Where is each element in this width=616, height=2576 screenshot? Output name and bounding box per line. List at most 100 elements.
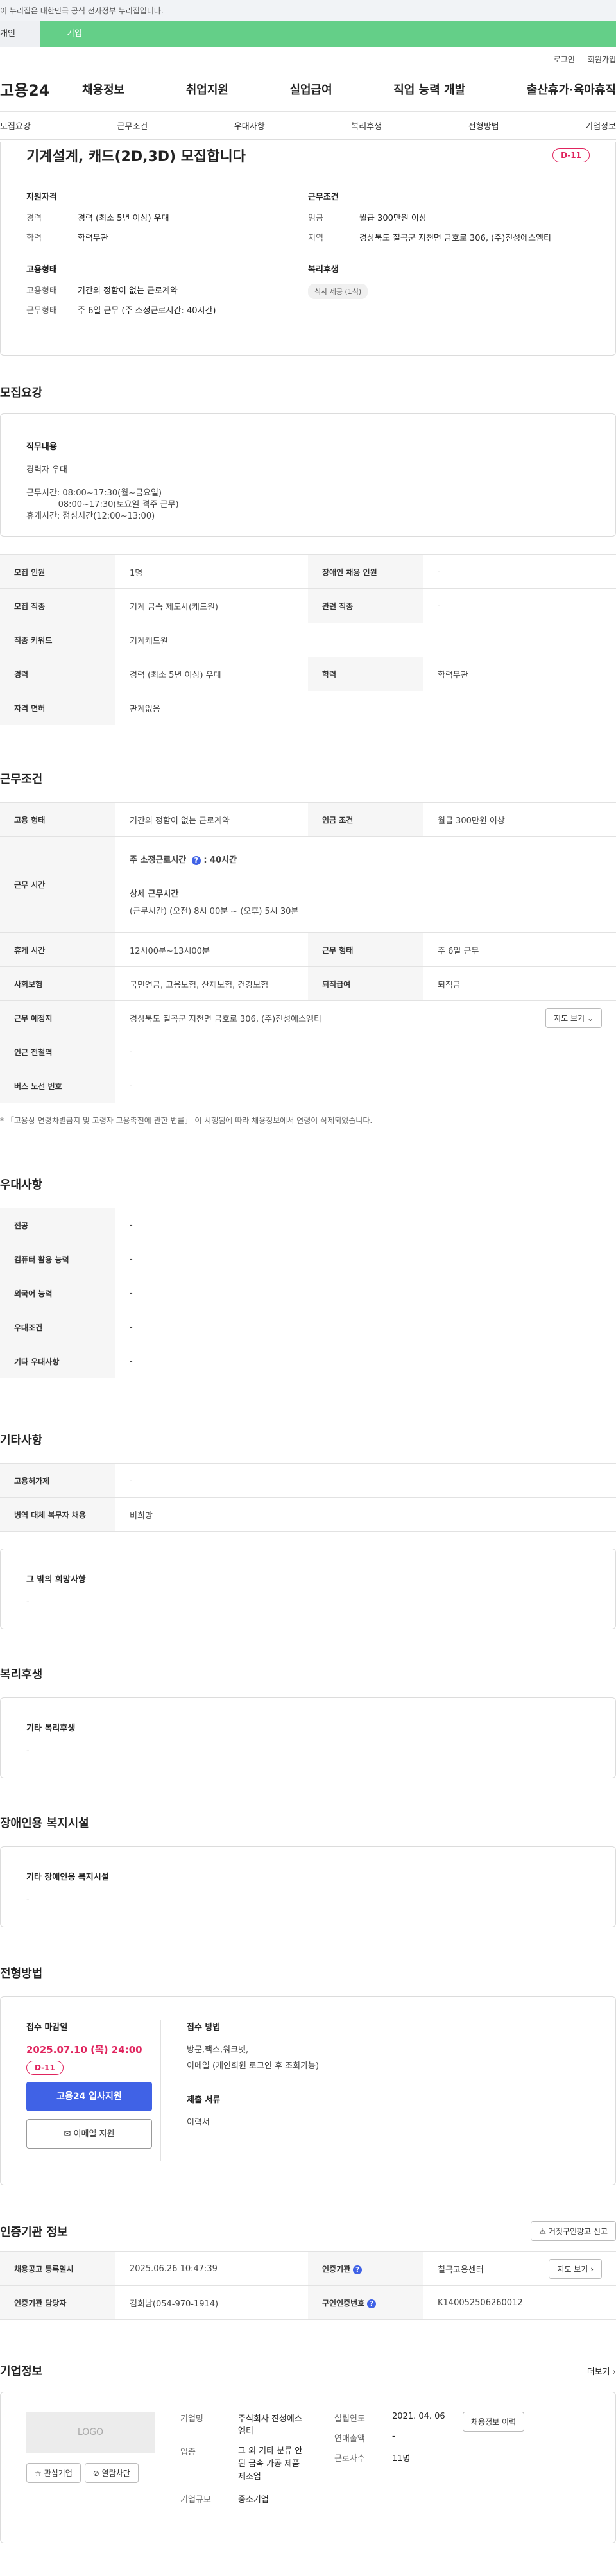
hours-detail-title: 상세 근무시간 [130,889,179,899]
cert-org-cell: 칠곡고용센터 지도 보기 › [424,2251,616,2286]
deadline-label: 접수 마감일 [26,2023,68,2032]
cell-key: 사회보험 [0,966,116,1001]
company-key: 기업명 [180,2414,203,2424]
cell-key: 전공 [0,1208,116,1242]
block-icon: ⊘ [92,2469,99,2478]
cell-value: 1명 [116,554,308,589]
cell-key: 병역 대체 복무자 채용 [0,1497,116,1532]
company-key: 근로자수 [334,2454,365,2464]
welfare-chip: 식사 제공 (1식) [308,284,368,299]
subnav-process[interactable]: 전형방법 [468,119,499,132]
cert-map-button[interactable]: 지도 보기 › [549,2258,602,2279]
site-logo[interactable]: 고용24 [0,78,82,100]
cond-title: 근무조건 [308,193,339,202]
chevron-down-icon: ⌄ [586,1013,594,1023]
table-row: 기타 우대사항 - [0,1344,616,1378]
table-row: 우대조건 - [0,1310,616,1344]
cell-key: 자격 면허 [0,691,116,725]
signup-link[interactable]: 회원가입 [588,54,616,67]
table-row: 사회보험 국민연금, 고용보험, 산재보험, 건강보험 퇴직급여 퇴직금 [0,966,616,1001]
tab-personal[interactable]: 개인 [0,21,40,47]
info-icon[interactable]: ? [191,856,201,865]
gnb-item-support[interactable]: 취업지원 [186,81,228,98]
email-apply-button[interactable]: ✉ 이메일 지원 [26,2119,152,2149]
cell-key: 채용공고 등록일시 [0,2251,116,2286]
hours-total-label: 주 소정근로시간 [130,855,187,865]
map-button[interactable]: 지도 보기 ⌄ [545,1008,602,1028]
cell-value: 기계 금속 제도사(캐드원) [116,588,308,623]
cell-value: - [116,1208,616,1242]
section-nav: 모집요강 근무조건 우대사항 복리후생 전형방법 기업정보 [0,112,616,140]
history-button[interactable]: 채용정보 이력 [463,2412,525,2432]
cell-key: 인근 전철역 [0,1035,116,1069]
report-icon: ⚠ [539,2227,547,2236]
company-box: LOGO ☆ 관심기업 ⊘ 열람차단 기업명 주식회사 진성에스엠티 업종 그 외 … [0,2392,616,2543]
duty-line: 휴게시간: 점심시간(12:00~13:00) [26,511,155,521]
tab-company[interactable]: 기업 [40,21,616,47]
cell-key: 고용허가제 [0,1463,116,1498]
gnb-item-leave[interactable]: 출산휴가·육아휴직 [527,81,616,98]
table-row: 직종 키워드 기계캐드원 [0,623,616,657]
cell-key: 컴퓨터 활용 능력 [0,1242,116,1276]
cell-value: 김희남(054-970-1914) [116,2285,308,2320]
cell-key: 모집 직종 [0,588,116,623]
cell-value: 주 6일 근무 [424,932,616,967]
qual-value: 경력 (최소 5년 이상) 우대 [78,214,169,223]
cell-value: - [116,1344,616,1378]
company-key: 기업규모 [180,2495,211,2505]
cell-key: 관련 직종 [308,588,424,623]
table-row: 인증기관 담당자 김희남(054-970-1914) 구인인증번호? K1400… [0,2285,616,2320]
emp-value: 주 6일 근무 (주 소정근로시간: 40시간) [78,306,216,316]
duty-line: 근무시간: 08:00~17:30(월~금요일) [26,488,162,498]
report-button[interactable]: ⚠ 거짓구인광고 신고 [531,2221,616,2241]
duty-box: 직무내용 경력자 우대 근무시간: 08:00~17:30(월~금요일) 08:… [0,413,616,537]
cell-value: 학력무관 [424,657,616,691]
cond-value: 월급 300만원 이상 [359,214,427,223]
cell-key: 우대조건 [0,1310,116,1344]
login-link[interactable]: 로그인 [554,54,575,67]
gnb-item-training[interactable]: 직업 능력 개발 [393,81,465,98]
map-button-label: 지도 보기 [554,1013,585,1023]
disabled-box-value: - [26,1895,30,1905]
apply-button[interactable]: 고용24 입사지원 [26,2082,152,2111]
method-value: 이메일 (개인회원 로그인 후 조회가능) [187,2061,320,2071]
cell-value: 기계캐드원 [116,623,616,657]
table-row: 외국어 능력 - [0,1276,616,1310]
cell-value: 12시00분~13시00분 [116,932,308,967]
cell-key: 인증기관 담당자 [0,2285,116,2320]
table-row: 근무 예정지 경상북도 칠곡군 지천면 금호로 306, (주)진성에스엠티 지… [0,1000,616,1035]
deadline-value: 2025.07.10 (목) 24:00 [26,2044,142,2056]
gov-banner: 이 누리집은 대한민국 공식 전자정부 누리집입니다. [0,0,616,21]
cell-value: K140052506260012 [424,2285,616,2320]
subnav-work[interactable]: 근무조건 [117,119,148,132]
other-wish-value: - [26,1597,30,1607]
table-row: 버스 노선 번호 - [0,1069,616,1103]
block-button[interactable]: ⊘ 열람차단 [84,2463,139,2483]
cell-value: 기간의 정함이 없는 근로계약 [116,802,308,837]
cell-key: 학력 [308,657,424,691]
cell-value: 월급 300만원 이상 [424,802,616,837]
company-value: 그 외 기타 분류 안된 금속 가공 제품 제조업 [238,2446,303,2482]
dday-badge: D-11 [552,148,590,162]
qual-title: 지원자격 [26,193,57,202]
gnb-item-jobs[interactable]: 채용정보 [82,81,124,98]
subnav-recruit[interactable]: 모집요강 [0,119,31,132]
cell-key: 구인인증번호 [322,2298,365,2308]
gnb-item-unemployment[interactable]: 실업급여 [290,81,332,98]
info-icon[interactable]: ? [353,2265,363,2274]
table-row: 고용 형태 기간의 정함이 없는 근로계약 임금 조건 월급 300만원 이상 [0,802,616,837]
docs-title: 제출 서류 [187,2095,221,2105]
emp-key: 근무형태 [26,306,57,316]
welfare-box-value: - [26,1746,30,1756]
cell-key: 휴게 시간 [0,932,116,967]
section-disabled-title: 장애인용 복지시설 [0,1817,89,1830]
company-value: - [392,2432,395,2441]
subnav-pref[interactable]: 우대사항 [234,119,265,132]
info-icon[interactable]: ? [367,2299,377,2308]
company-more-link[interactable]: 더보기 › [587,2365,616,2377]
cond-value: 경상북도 칠곡군 지천면 금호로 306, (주)진성에스엠티 [359,234,551,243]
fav-company-button[interactable]: ☆ 관심기업 [26,2463,81,2483]
duty-line: 08:00~17:30(토요일 격주 근무) [26,500,179,510]
subnav-company[interactable]: 기업정보 [585,119,616,132]
subnav-welfare[interactable]: 복리후생 [351,119,382,132]
